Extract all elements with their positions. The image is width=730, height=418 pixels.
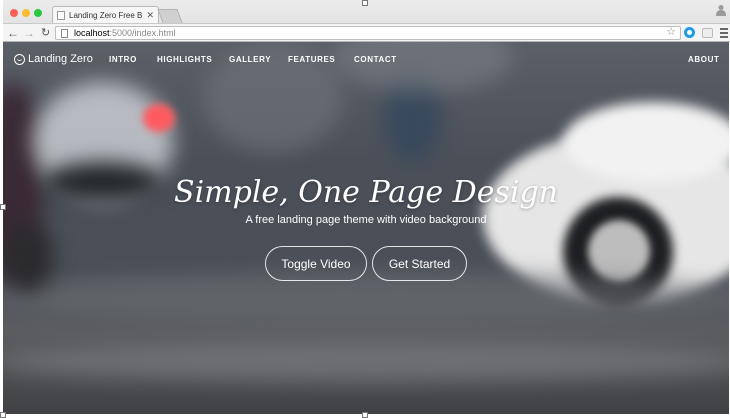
url-text[interactable]: localhost:5000/index.html [74,27,176,39]
browser-toolbar: ← → ↻ localhost:5000/index.html ☆ [0,23,730,42]
logo-text: Landing Zero [28,53,93,65]
back-arrow-icon[interactable]: ← [7,25,19,41]
nav-link-features[interactable]: FEATURES [288,55,335,64]
nav-link-about[interactable]: ABOUT [688,55,719,64]
profile-icon[interactable] [716,4,726,16]
tab-title: Landing Zero Free Bootstr [69,10,143,20]
resize-handle-bottom[interactable] [362,412,368,418]
logo-icon [14,53,25,65]
page-icon [61,29,68,38]
window-maximize-button[interactable] [34,9,42,17]
bookmark-star-icon[interactable]: ☆ [666,26,676,39]
nav-link-intro[interactable]: INTRO [109,55,137,64]
new-tab-button[interactable] [157,9,183,23]
close-tab-icon[interactable]: ✕ [146,10,154,21]
page-favicon-icon [57,10,65,20]
site-navigation: Landing Zero INTRO HIGHLIGHTS GALLERY FE… [3,42,729,78]
resize-handle-corner[interactable] [0,412,6,418]
nav-link-gallery[interactable]: GALLERY [229,55,271,64]
get-started-button[interactable]: Get Started [372,246,467,281]
window-minimize-button[interactable] [22,9,30,17]
nav-link-highlights[interactable]: HIGHLIGHTS [157,55,212,64]
menu-icon[interactable] [720,28,728,38]
window-close-button[interactable] [10,9,18,17]
address-bar[interactable]: localhost:5000/index.html ☆ [55,26,681,40]
resize-handle-left[interactable] [0,204,6,210]
resize-handle-top[interactable] [362,0,368,6]
browser-chrome: Landing Zero Free Bootstr ✕ ← → ↻ localh… [0,0,730,42]
video-background [3,42,729,414]
toggle-video-button[interactable]: Toggle Video [265,246,367,281]
nav-link-contact[interactable]: CONTACT [354,55,397,64]
browser-tab[interactable]: Landing Zero Free Bootstr ✕ [52,6,159,23]
extension-icon[interactable] [684,27,695,38]
forward-arrow-icon[interactable]: → [23,25,35,41]
reload-icon[interactable]: ↻ [41,25,50,41]
site-logo[interactable]: Landing Zero [14,53,93,65]
extension-2-icon[interactable] [702,28,713,38]
hero-title: Simple, One Page Design [174,175,558,210]
hero-subtitle: A free landing page theme with video bac… [245,214,487,226]
landing-page: Landing Zero INTRO HIGHLIGHTS GALLERY FE… [3,42,729,414]
